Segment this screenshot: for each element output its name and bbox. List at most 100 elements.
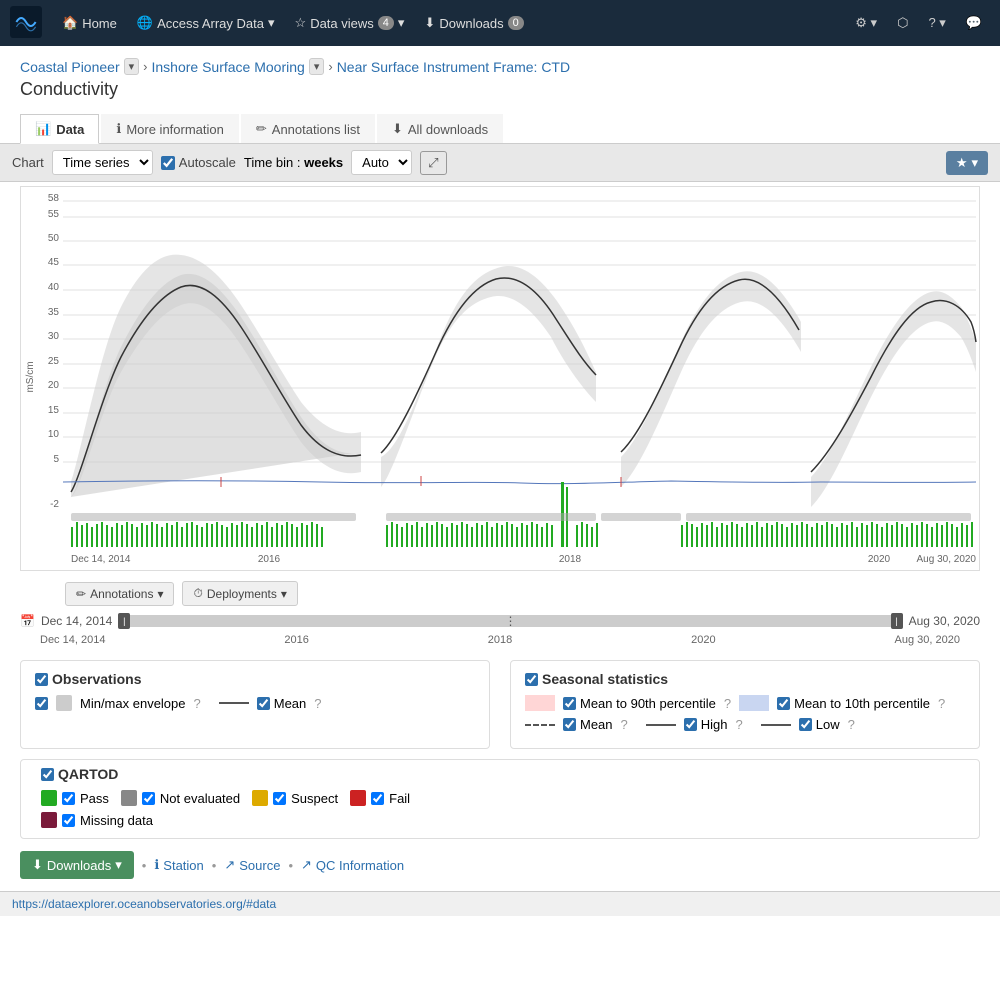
dot1: • (142, 858, 147, 873)
minmax-checkbox[interactable] (35, 697, 48, 710)
svg-text:2018: 2018 (559, 554, 582, 565)
breadcrumb-part1[interactable]: Coastal Pioneer (20, 59, 120, 75)
logo[interactable] (10, 6, 42, 41)
pass-checkbox[interactable] (62, 792, 75, 805)
label-end: Aug 30, 2020 (895, 634, 960, 646)
help-nav[interactable]: ? ▾ (920, 9, 953, 37)
fail-label: Fail (389, 791, 410, 806)
breadcrumb-part2[interactable]: Inshore Surface Mooring (152, 59, 305, 75)
svg-text:10: 10 (48, 429, 60, 440)
autoscale-checkbox[interactable] (161, 156, 175, 170)
high-label: High (701, 717, 728, 732)
fail-checkbox[interactable] (371, 792, 384, 805)
breadcrumb-part4: Conductivity (20, 79, 118, 99)
timebin-label: Time bin : weeks (244, 155, 343, 170)
tab-annotations[interactable]: ✏ Annotations list (241, 114, 375, 143)
seasonal-row2: Mean ? High ? Low ? (525, 717, 965, 732)
minmax-label: Min/max envelope (80, 696, 186, 711)
seasonal-checkbox[interactable] (525, 673, 538, 686)
source-link[interactable]: ↗ Source (224, 857, 280, 873)
question-icon-high[interactable]: ? (736, 717, 743, 732)
question-icon-mean[interactable]: ? (314, 696, 321, 711)
settings-nav[interactable]: ⚙ ▾ (847, 9, 885, 37)
envelope-area2 (381, 266, 596, 487)
expand-button[interactable]: ⤢ (420, 151, 446, 175)
star-nav-icon: ☆ (295, 15, 307, 31)
missing-color (41, 812, 57, 828)
tab-data[interactable]: 📊 Data (20, 114, 99, 144)
downloads-footer-button[interactable]: ⬇ Downloads ▾ (20, 851, 134, 879)
url-bar: https://dataexplorer.oceanobservatories.… (0, 891, 1000, 916)
annotations-button[interactable]: ✏ Annotations ▾ (65, 582, 174, 606)
dl-icon: ⬇ (32, 857, 43, 873)
share-nav[interactable]: ⬡ (889, 9, 916, 37)
mean90-checkbox[interactable] (563, 697, 576, 710)
star-button[interactable]: ★ ▾ (946, 151, 988, 175)
tab-all-downloads[interactable]: ⬇ All downloads (377, 114, 503, 143)
smean-checkbox[interactable] (563, 718, 576, 731)
svg-text:58: 58 (48, 193, 60, 204)
mean-label: Mean (274, 696, 307, 711)
star-icon: ★ (956, 155, 968, 171)
tabs-bar: 📊 Data ℹ More information ✏ Annotations … (0, 106, 1000, 144)
access-array-chevron: ▾ (268, 15, 275, 31)
slider-right-handle[interactable]: | (891, 613, 903, 629)
svg-text:25: 25 (48, 356, 60, 367)
slider-middle-handle[interactable]: ⋮ (502, 613, 518, 629)
high-checkbox[interactable] (684, 718, 697, 731)
star-btn-chevron: ▾ (971, 155, 978, 171)
annotations-chevron: ▾ (157, 587, 163, 601)
timebin-select[interactable]: Auto 1 2 4 (351, 150, 412, 175)
source-label: Source (239, 858, 280, 873)
question-icon-low[interactable]: ? (848, 717, 855, 732)
tab-data-label: Data (56, 122, 84, 137)
tab-more-info[interactable]: ℹ More information (101, 114, 239, 143)
access-array-nav[interactable]: 🌐 Access Array Data ▾ (129, 9, 283, 37)
autoscale-label: Autoscale (179, 155, 236, 170)
qc-link[interactable]: ↗ QC Information (301, 857, 404, 873)
breadcrumb-part1-dropdown[interactable]: ▾ (124, 58, 140, 75)
chart-type-select[interactable]: Time series (52, 150, 153, 175)
home-label: Home (82, 16, 117, 31)
question-icon-smean[interactable]: ? (621, 717, 628, 732)
deployments-button[interactable]: ⏱ Deployments ▾ (182, 581, 297, 606)
suspect-checkbox[interactable] (273, 792, 286, 805)
qc-label: QC Information (316, 858, 404, 873)
date-slider-track[interactable]: | | ⋮ (118, 615, 902, 627)
data-views-nav[interactable]: ☆ Data views 4 ▾ (287, 9, 413, 37)
seasonal-row1: Mean to 90th percentile ? Mean to 10th p… (525, 695, 965, 711)
not-eval-checkbox[interactable] (142, 792, 155, 805)
breadcrumb-part3[interactable]: Near Surface Instrument Frame: CTD (337, 59, 570, 75)
qartod-section: QARTOD Pass Not evaluated Suspect Fail (20, 759, 980, 839)
breadcrumb-part2-dropdown[interactable]: ▾ (309, 58, 325, 75)
tab-all-downloads-label: All downloads (408, 122, 488, 137)
downloads-nav[interactable]: ⬇ Downloads 0 (416, 9, 531, 37)
svg-text:-2: -2 (50, 499, 59, 510)
chart-label: Chart (12, 155, 44, 170)
station-link[interactable]: ℹ Station (154, 857, 203, 873)
high-line-sample (646, 724, 676, 726)
autoscale-checkbox-label: Autoscale (161, 155, 236, 170)
deployments-btn-label: Deployments (207, 587, 277, 601)
svg-text:5: 5 (53, 454, 59, 465)
access-array-label: Access Array Data (157, 16, 264, 31)
mean10-checkbox[interactable] (777, 697, 790, 710)
question-icon-10[interactable]: ? (938, 696, 945, 711)
question-icon-minmax[interactable]: ? (194, 696, 201, 711)
low-label: Low (816, 717, 840, 732)
low-checkbox[interactable] (799, 718, 812, 731)
date-range-section: 📅 Dec 14, 2014 | | ⋮ Aug 30, 2020 Dec 14… (0, 612, 1000, 650)
question-icon-90[interactable]: ? (724, 696, 731, 711)
svg-text:45: 45 (48, 257, 60, 268)
footer-bar: ⬇ Downloads ▾ • ℹ Station • ↗ Source • ↗… (0, 839, 1000, 891)
feedback-nav[interactable]: 💬 (958, 9, 990, 37)
missing-checkbox[interactable] (62, 814, 75, 827)
slider-left-handle[interactable]: | (118, 613, 130, 629)
mean-checkbox[interactable] (257, 697, 270, 710)
observations-checkbox[interactable] (35, 673, 48, 686)
home-nav[interactable]: 🏠 Home (54, 9, 125, 37)
qartod-checkbox[interactable] (41, 768, 54, 781)
suspect-label: Suspect (291, 791, 338, 806)
svg-text:40: 40 (48, 282, 60, 293)
not-eval-label: Not evaluated (160, 791, 240, 806)
